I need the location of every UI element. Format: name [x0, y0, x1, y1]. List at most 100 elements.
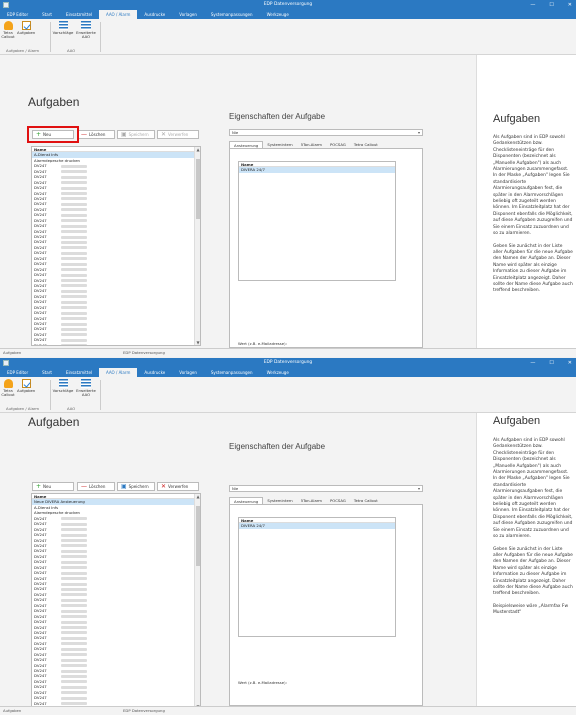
highlight-new-button: [27, 126, 79, 143]
discard-button[interactable]: ✕ Verwerfen: [157, 130, 199, 139]
receiver-item[interactable]: DIVERA 24/7: [239, 523, 395, 529]
maximize-button[interactable]: ☐: [549, 358, 553, 368]
maximize-button[interactable]: ☐: [549, 0, 553, 10]
aufgaben-button[interactable]: Aufgaben: [17, 21, 35, 35]
new-button[interactable]: + Neu: [32, 482, 74, 491]
bell-icon: [3, 379, 13, 388]
menu-bar: EDP Editor Start Einsatzmittel AAO / Ala…: [0, 10, 576, 19]
menu-ausdrucke[interactable]: Ausdrucke: [137, 10, 172, 19]
tab-5ton-alarm[interactable]: 5Ton-Alarm: [297, 141, 326, 148]
screenshot-before: EDP Datenversorgung — ☐ ✕ EDP Editor Sta…: [0, 0, 576, 357]
vorschlaege-button[interactable]: Vorschläge: [52, 21, 74, 35]
menu-einsatzmittel[interactable]: Einsatzmittel: [59, 368, 99, 377]
tetra-callout-button[interactable]: Tetra Callout: [1, 379, 15, 398]
group-label-aao: AAO: [67, 406, 76, 411]
floppy-icon: ▣: [121, 482, 127, 490]
menu-vorlagen[interactable]: Vorlagen: [172, 10, 204, 19]
tab-pocsag[interactable]: POCSAG: [326, 497, 350, 504]
page-title: Aufgaben: [28, 415, 80, 429]
menu-edp-editor[interactable]: EDP Editor: [0, 368, 35, 377]
scroll-up-icon[interactable]: ▲: [195, 147, 200, 152]
list-item[interactable]: DV247: [32, 343, 200, 345]
x-icon: ✕: [161, 482, 167, 490]
status-bar: Aufgaben EDP Datenversorgung: [0, 348, 576, 357]
discard-button[interactable]: ✕ Verwerfen: [157, 482, 199, 491]
checklist-icon: [21, 21, 31, 30]
minimize-button[interactable]: —: [530, 0, 535, 10]
x-icon: ✕: [161, 130, 167, 138]
tab-ansteuerung[interactable]: Ansteuerung: [229, 497, 264, 504]
help-title: Aufgaben: [493, 113, 541, 125]
menu-aao-alarm[interactable]: AAO / Alarm: [99, 368, 138, 377]
value-label: Wert (z.B. e-Mailadresse):: [238, 680, 287, 685]
task-list[interactable]: Name A-Dienst Infs Alarmdepesche drucken D…: [31, 146, 201, 346]
menu-aao-alarm[interactable]: AAO / Alarm: [99, 10, 138, 19]
minimize-button[interactable]: —: [530, 358, 535, 368]
status-center: EDP Datenversorgung: [123, 350, 165, 355]
trigger-select[interactable]: Nie ▾: [229, 129, 423, 136]
properties-title: Eigenschaften der Aufgabe: [229, 442, 326, 451]
menu-start[interactable]: Start: [35, 368, 59, 377]
list-plus-icon: [81, 21, 91, 30]
menu-ausdrucke[interactable]: Ausdrucke: [137, 368, 172, 377]
help-pane: Aufgaben Als Aufgaben sind in EDP sowohl…: [476, 55, 576, 348]
tab-tetra-callout[interactable]: Tetra Callout: [350, 497, 382, 504]
menu-systemanpassungen[interactable]: Systemanpassungen: [204, 368, 260, 377]
floppy-icon: ▣: [121, 130, 127, 138]
menu-systemanpassungen[interactable]: Systemanpassungen: [204, 10, 260, 19]
menu-bar: EDP Editor Start Einsatzmittel AAO / Ala…: [0, 368, 576, 377]
list-scrollbar[interactable]: ▲▼: [194, 494, 200, 709]
delete-button[interactable]: — Löschen: [77, 130, 115, 139]
menu-einsatzmittel[interactable]: Einsatzmittel: [59, 10, 99, 19]
tab-5ton-alarm[interactable]: 5Ton-Alarm: [297, 497, 326, 504]
help-paragraph-1: Als Aufgaben sind in EDP sowohl Gedanken…: [493, 135, 573, 237]
tab-systemintern[interactable]: Systemintern: [263, 497, 296, 504]
scroll-down-icon[interactable]: ▼: [195, 340, 200, 345]
scroll-up-icon[interactable]: ▲: [195, 494, 200, 499]
save-button[interactable]: ▣ Speichern: [117, 482, 155, 491]
save-button[interactable]: ▣ Speichern: [117, 130, 155, 139]
receiver-list[interactable]: Name DIVERA 24/7: [238, 161, 396, 281]
help-paragraph-1: Als Aufgaben sind in EDP sowohl Gedanken…: [493, 438, 573, 540]
title-bar: EDP Datenversorgung — ☐ ✕: [0, 0, 576, 10]
value-label: Wert (z.B. e-Mailadresse):: [238, 341, 287, 346]
help-title: Aufgaben: [493, 415, 541, 427]
plus-icon: +: [36, 482, 42, 490]
page-title: Aufgaben: [28, 95, 80, 109]
menu-edp-editor[interactable]: EDP Editor: [0, 10, 35, 19]
tab-ansteuerung[interactable]: Ansteuerung: [229, 141, 264, 148]
task-list[interactable]: Name Neue DIVERA Ansteuerung A-Dienst Inf…: [31, 493, 201, 710]
minus-icon: —: [81, 482, 87, 490]
menu-start[interactable]: Start: [35, 10, 59, 19]
status-left: Aufgaben: [3, 350, 22, 355]
vorschlaege-button[interactable]: Vorschläge: [52, 379, 74, 393]
tab-tetra-callout[interactable]: Tetra Callout: [350, 141, 382, 148]
tab-pocsag[interactable]: POCSAG: [326, 141, 350, 148]
menu-vorlagen[interactable]: Vorlagen: [172, 368, 204, 377]
delete-button[interactable]: — Löschen: [77, 482, 115, 491]
close-button[interactable]: ✕: [568, 0, 572, 10]
ribbon: Tetra Callout Aufgaben Vorschläge Erweit…: [0, 377, 576, 413]
erweiterte-aao-button[interactable]: Erweiterte AAO: [76, 379, 96, 398]
chevron-down-icon: ▾: [417, 486, 420, 491]
help-text: Als Aufgaben sind in EDP sowohl Gedanken…: [493, 135, 573, 301]
erweiterte-aao-button[interactable]: Erweiterte AAO: [76, 21, 96, 40]
list-scrollbar[interactable]: ▲▼: [194, 147, 200, 345]
property-tabs: Ansteuerung Systemintern 5Ton-Alarm POCS…: [229, 141, 382, 148]
ribbon: Tetra Callout Aufgaben Vorschläge Erweit…: [0, 19, 576, 55]
tetra-callout-button[interactable]: Tetra Callout: [1, 21, 15, 40]
checklist-icon: [21, 379, 31, 388]
menu-werkzeuge[interactable]: Werkzeuge: [260, 368, 296, 377]
close-button[interactable]: ✕: [568, 358, 572, 368]
menu-werkzeuge[interactable]: Werkzeuge: [260, 10, 296, 19]
tab-panel: Name DIVERA 24/7 Wert (z.B. e-Mailadress…: [229, 504, 423, 706]
help-text: Als Aufgaben sind in EDP sowohl Gedanken…: [493, 438, 573, 623]
window-title: EDP Datenversorgung: [263, 360, 313, 365]
receiver-list[interactable]: Name DIVERA 24/7: [238, 517, 396, 637]
receiver-item[interactable]: DIVERA 24/7: [239, 167, 395, 173]
list-icon: [58, 379, 68, 388]
aufgaben-button[interactable]: Aufgaben: [17, 379, 35, 393]
trigger-select[interactable]: Nie ▾: [229, 485, 423, 492]
title-bar: EDP Datenversorgung — ☐ ✕: [0, 358, 576, 368]
tab-systemintern[interactable]: Systemintern: [263, 141, 296, 148]
